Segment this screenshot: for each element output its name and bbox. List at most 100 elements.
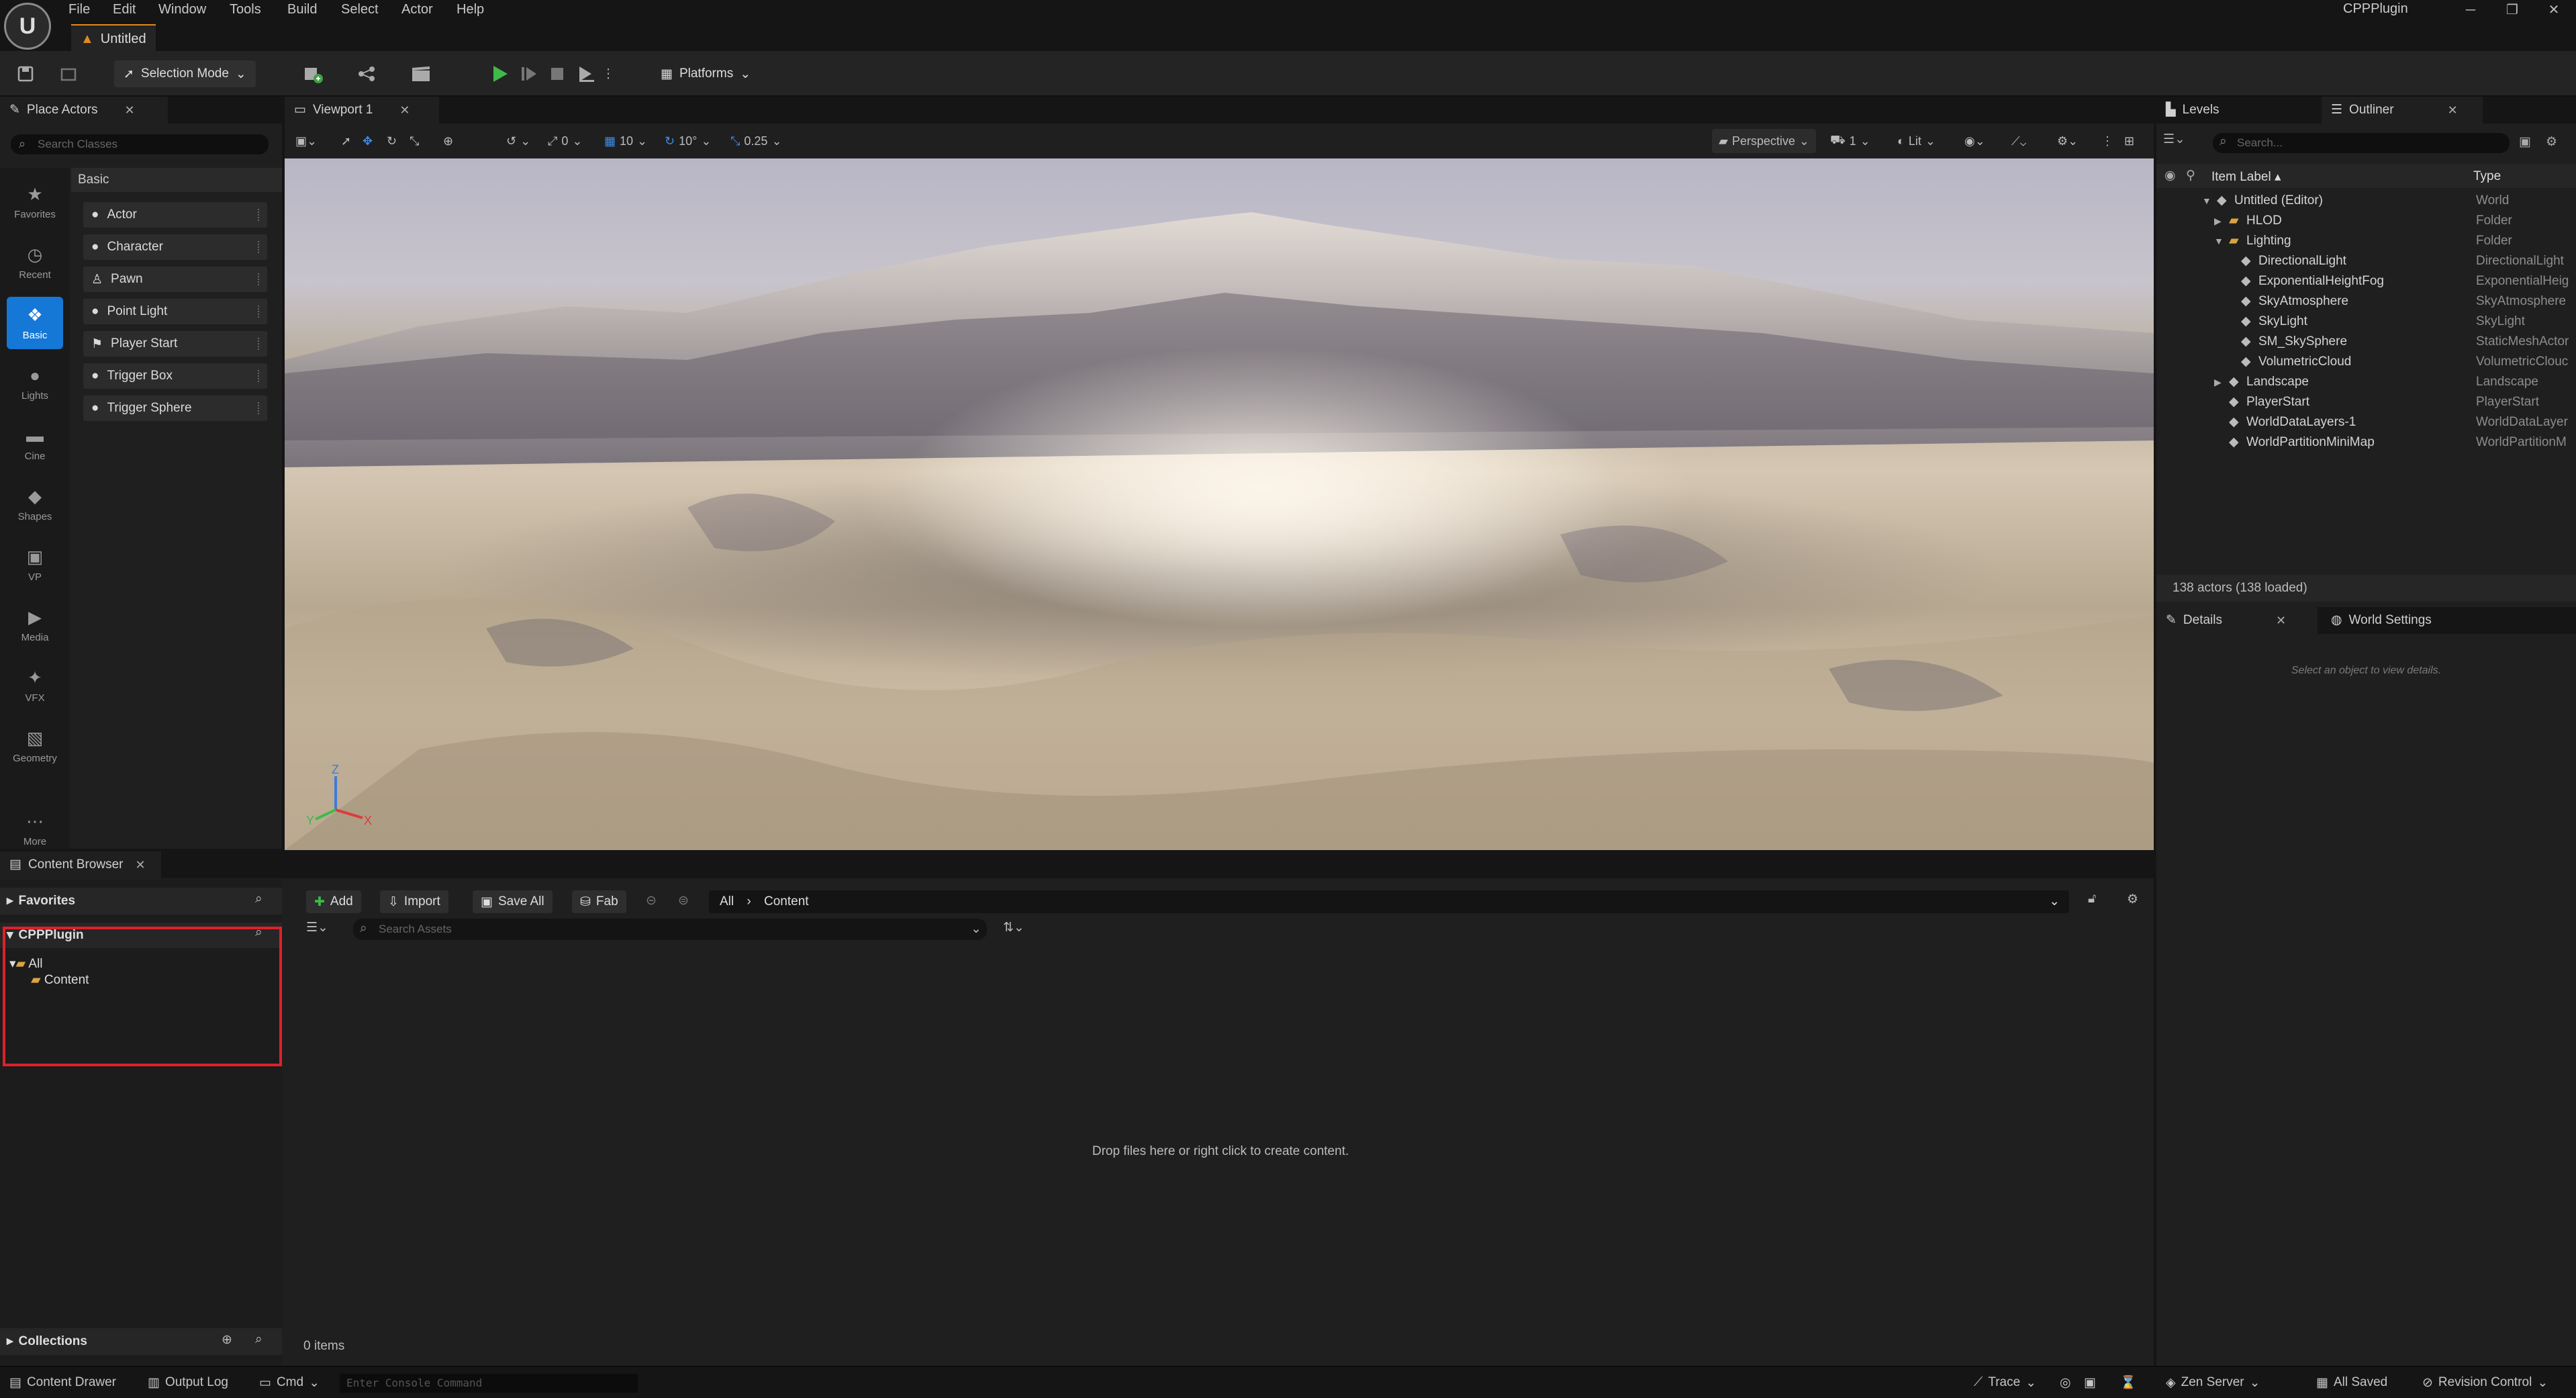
add-collection-icon[interactable]: ⊕: [222, 1332, 232, 1348]
actor-item-actor[interactable]: ● Actor: [83, 202, 267, 228]
category-media[interactable]: ▶ Media: [7, 599, 63, 651]
surface-snap-toggle[interactable]: ↺ ⌄: [506, 129, 530, 153]
viewport-options-icon[interactable]: ▣⌄: [295, 129, 317, 153]
minimize-icon[interactable]: ─: [2450, 0, 2491, 20]
drag-handle-icon[interactable]: [258, 402, 260, 414]
close-window-icon[interactable]: ✕: [2534, 0, 2574, 20]
output-log-button[interactable]: ▥ Output Log: [148, 1372, 228, 1393]
viewport-scene[interactable]: Z X Y: [285, 158, 2154, 850]
viewport-settings-icon[interactable]: ⚙⌄: [2057, 129, 2078, 153]
level-document-tab[interactable]: ▲ Untitled: [71, 24, 156, 51]
filter-icon[interactable]: ☰⌄: [2163, 132, 2185, 147]
menu-actor[interactable]: Actor: [401, 0, 433, 19]
outliner-row[interactable]: ◆ SkyAtmosphere SkyAtmosphere: [2156, 291, 2576, 312]
world-local-icon[interactable]: ⊕: [443, 129, 453, 153]
all-saved-button[interactable]: ▦ All Saved: [2316, 1372, 2387, 1393]
restore-icon[interactable]: ❐: [2492, 0, 2532, 20]
category-favorites[interactable]: ★ Favorites: [7, 176, 63, 228]
drag-handle-icon[interactable]: [258, 338, 260, 350]
tab-place-actors[interactable]: ✎ Place Actors ✕: [0, 97, 168, 124]
eject-icon[interactable]: [575, 62, 599, 86]
back-arrow-icon[interactable]: ⊝: [646, 893, 657, 908]
actor-item-character[interactable]: ● Character: [83, 234, 267, 260]
search-icon[interactable]: ⌕: [255, 892, 263, 906]
console-command-input[interactable]: Enter Console Command: [340, 1374, 638, 1393]
camera-speed-dropdown[interactable]: ⛟ 1 ⌄: [1830, 129, 1870, 153]
outliner-row[interactable]: ◆ PlayerStart PlayerStart: [2156, 392, 2576, 412]
tab-viewport-1[interactable]: ▭ Viewport 1 ✕: [285, 97, 439, 124]
close-tab-icon[interactable]: ✕: [125, 97, 135, 124]
expand-arrow-icon[interactable]: ▼: [2202, 191, 2211, 211]
expand-arrow-icon[interactable]: ▼: [2214, 231, 2224, 251]
drag-handle-icon[interactable]: [258, 306, 260, 318]
outliner-row[interactable]: ◆ WorldDataLayers-1 WorldDataLayer: [2156, 412, 2576, 432]
trace-dropdown[interactable]: ⟋ Trace ⌄: [1974, 1372, 2036, 1393]
menu-tools[interactable]: Tools: [230, 0, 261, 19]
import-button[interactable]: ⇩ Import: [380, 890, 448, 913]
sort-icon[interactable]: ⇅⌄: [1003, 920, 1024, 935]
actor-item-trigger-sphere[interactable]: ● Trigger Sphere: [83, 395, 267, 421]
lock-icon[interactable]: 🔓︎: [2088, 892, 2096, 906]
item-label-column[interactable]: Item Label ▴: [2211, 169, 2281, 185]
category-basic[interactable]: ❖ Basic: [7, 297, 63, 349]
save-all-button[interactable]: ▣ Save All: [473, 890, 553, 913]
perspective-dropdown[interactable]: ▰ Perspective ⌄: [1712, 129, 1816, 153]
category-recent[interactable]: ◷ Recent: [7, 236, 63, 289]
outliner-settings-icon[interactable]: ⚙: [2546, 134, 2557, 150]
outliner-search-input[interactable]: Search...: [2213, 133, 2510, 153]
tab-details[interactable]: ✎ Details ✕: [2156, 607, 2318, 634]
cinematics-icon[interactable]: [403, 62, 443, 86]
chevron-down-icon[interactable]: ⌄: [971, 921, 982, 937]
type-column[interactable]: Type: [2473, 169, 2501, 184]
chevron-down-icon[interactable]: ⌄: [2049, 890, 2060, 913]
outliner-row[interactable]: ◆ VolumetricCloud VolumetricClouc: [2156, 352, 2576, 372]
actor-item-trigger-box[interactable]: ● Trigger Box: [83, 363, 267, 389]
add-button[interactable]: ✚ Add: [306, 890, 361, 913]
save-icon[interactable]: [13, 62, 38, 86]
path-breadcrumb[interactable]: All › Content ⌄: [709, 890, 2069, 913]
grid-snap-toggle[interactable]: ▦ 10 ⌄: [604, 129, 647, 153]
selection-mode-dropdown[interactable]: ➚ Selection Mode ⌄: [114, 60, 256, 87]
menu-help[interactable]: Help: [457, 0, 484, 19]
favorites-section[interactable]: ▸ Favorites: [0, 888, 282, 915]
play-options-icon[interactable]: ⋮: [602, 62, 615, 86]
rotate-tool-icon[interactable]: ↻: [387, 129, 397, 153]
blueprints-icon[interactable]: [349, 62, 389, 86]
tab-world-settings[interactable]: ◍ World Settings: [2322, 607, 2496, 634]
outliner-row[interactable]: ▼ ◆ Untitled (Editor) World: [2156, 191, 2576, 211]
cmd-dropdown[interactable]: ▭ Cmd ⌄: [259, 1372, 320, 1393]
category-cine[interactable]: ▬ Cine: [7, 418, 63, 470]
outliner-row[interactable]: ◆ ExponentialHeightFog ExponentialHeig: [2156, 271, 2576, 291]
revision-control-dropdown[interactable]: ⊘ Revision Control ⌄: [2422, 1372, 2548, 1393]
tab-content-browser[interactable]: ▤ Content Browser ✕: [0, 851, 161, 878]
collections-section[interactable]: ▸ Collections: [0, 1328, 282, 1355]
outliner-row[interactable]: ▼ ▰ Lighting Folder: [2156, 231, 2576, 251]
outliner-row[interactable]: ◆ SkyLight SkyLight: [2156, 312, 2576, 332]
category-vfx[interactable]: ✦ VFX: [7, 659, 63, 712]
close-tab-icon[interactable]: ✕: [2276, 607, 2286, 634]
category-more[interactable]: ⋯ More: [7, 803, 63, 855]
expand-arrow-icon[interactable]: ▶: [2214, 211, 2222, 231]
viewport-layout-icon[interactable]: ⊞: [2124, 129, 2134, 153]
actor-item-pawn[interactable]: ♙ Pawn: [83, 267, 267, 292]
drag-handle-icon[interactable]: [258, 241, 260, 253]
search-classes-input[interactable]: Search Classes: [11, 134, 269, 154]
breadcrumb-content[interactable]: Content: [764, 894, 809, 908]
actor-item-point-light[interactable]: ● Point Light: [83, 299, 267, 324]
expand-arrow-icon[interactable]: ▶: [2214, 372, 2222, 392]
close-tab-icon[interactable]: ✕: [399, 97, 410, 124]
performance-icon[interactable]: ⟋⌄: [2011, 129, 2026, 153]
screenshot-icon[interactable]: ▣: [2084, 1372, 2096, 1393]
breadcrumb-all[interactable]: All: [720, 894, 734, 908]
tab-levels[interactable]: ▙ Levels: [2156, 97, 2318, 124]
derived-data-icon[interactable]: ⌛: [2120, 1372, 2136, 1393]
drag-handle-icon[interactable]: [258, 273, 260, 285]
drag-handle-icon[interactable]: [258, 209, 260, 221]
unreal-logo-icon[interactable]: U: [4, 3, 51, 50]
category-geometry[interactable]: ▧ Geometry: [7, 720, 63, 772]
stop-icon[interactable]: [545, 62, 569, 86]
step-icon[interactable]: [517, 62, 541, 86]
settings-icon[interactable]: ⚙: [2127, 892, 2138, 907]
asset-filter-icon[interactable]: ☰⌄: [306, 920, 328, 935]
show-flags-icon[interactable]: ◉⌄: [1964, 129, 1985, 153]
